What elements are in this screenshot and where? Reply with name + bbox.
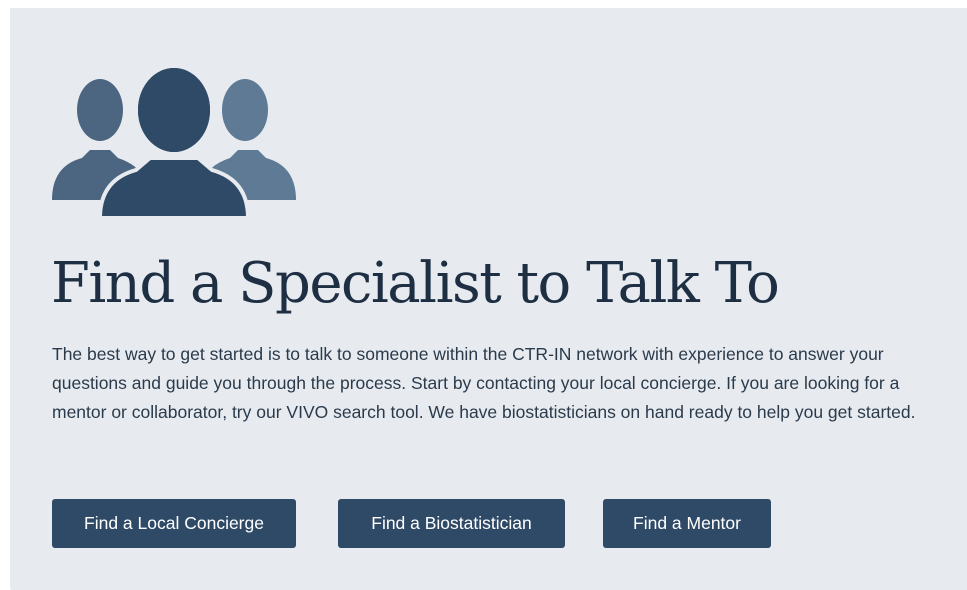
find-biostatistician-button[interactable]: Find a Biostatistician [338, 499, 565, 548]
intro-text: The best way to get started is to talk t… [52, 344, 916, 422]
page-title: Find a Specialist to Talk To [51, 251, 780, 316]
specialist-card: Find a Specialist to Talk To The best wa… [10, 8, 967, 590]
person-front-icon [97, 66, 251, 218]
find-mentor-button[interactable]: Find a Mentor [603, 499, 771, 548]
find-local-concierge-button[interactable]: Find a Local Concierge [52, 499, 296, 548]
people-group-icon [52, 66, 296, 218]
